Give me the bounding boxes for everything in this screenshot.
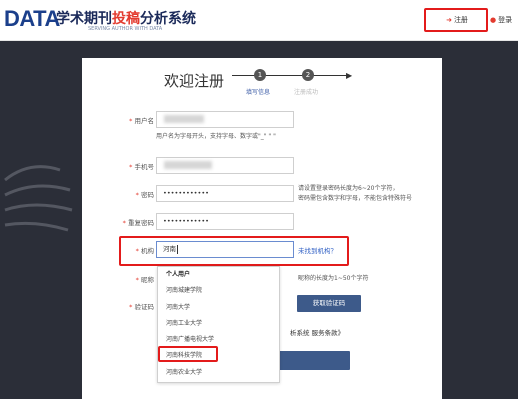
password-input[interactable]: ••••••••••••: [156, 185, 294, 202]
logo[interactable]: DATA: [4, 6, 60, 32]
highlight-register: [424, 8, 488, 32]
phone-label: * 手机号: [129, 163, 154, 171]
username-label: * 用户名: [129, 117, 154, 125]
get-captcha-button[interactable]: 获取验证码: [297, 295, 361, 312]
dropdown-option[interactable]: 河南工业大学: [158, 316, 279, 332]
dropdown-option[interactable]: 河南大学: [158, 300, 279, 316]
background-hand-graphic: [4, 165, 73, 232]
site-title: 学术期刊投稿分析系统: [56, 11, 196, 27]
nickname-label: * 昵称: [135, 276, 154, 284]
step-1-label: 填写信息: [246, 89, 271, 96]
page-title: 欢迎注册: [164, 72, 225, 90]
dropdown-option[interactable]: 河南农业大学: [158, 365, 279, 381]
step-1-indicator: 1: [254, 69, 266, 81]
redacted-username: [164, 115, 204, 123]
steps-line: [232, 75, 350, 76]
password-label: * 密码: [135, 191, 154, 199]
password-hint-2: 密码需包含数字和字母，不能包含特殊符号: [298, 195, 413, 202]
login-button[interactable]: ● 登录: [490, 12, 512, 28]
user-icon: ●: [490, 16, 497, 24]
organization-dropdown: 个人用户 河南城建学院 河南大学 河南工业大学 河南广播电视大学 河南科技学院 …: [157, 266, 280, 383]
arrow-right-icon: ▶: [346, 71, 353, 80]
redacted-phone: [164, 161, 212, 169]
step-2-label: 注册成功: [294, 89, 319, 96]
captcha-label: * 验证码: [129, 303, 154, 311]
repeat-password-input[interactable]: ••••••••••••: [156, 213, 294, 230]
highlight-organization: [119, 236, 349, 266]
nickname-hint: 昵称的长度为1~50个字符: [298, 275, 369, 282]
step-2-indicator: 2: [302, 69, 314, 81]
repeat-password-label: * 重复密码: [122, 219, 154, 227]
highlight-selected-option: [158, 346, 218, 362]
dropdown-group-header: 个人用户: [166, 271, 191, 278]
username-hint: 用户名为字母开头，支持字母、数字或"_" " ": [156, 133, 276, 140]
dropdown-option[interactable]: 河南城建学院: [158, 283, 279, 299]
password-hint-1: 请设置登录密码长度为6~20个字符，: [298, 185, 399, 192]
terms-link[interactable]: 析系统 服务条款》: [290, 327, 344, 337]
